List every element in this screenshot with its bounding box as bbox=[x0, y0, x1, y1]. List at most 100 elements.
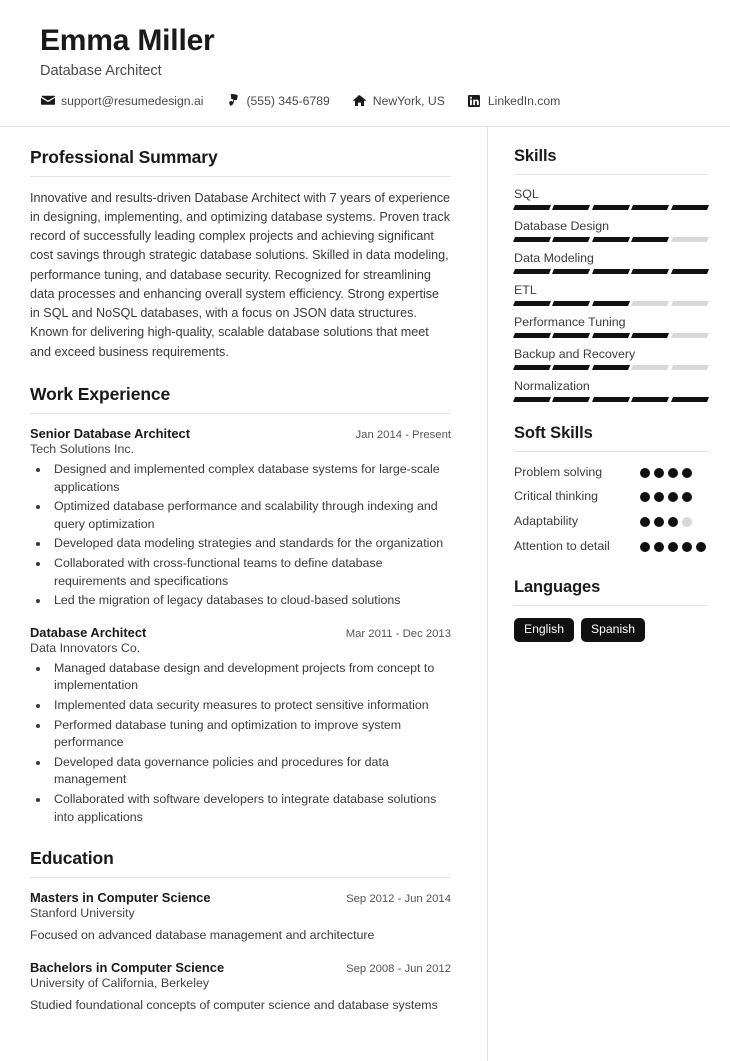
responsibility-item: Designed and implemented complex databas… bbox=[50, 461, 451, 496]
soft-skill-row: Attention to detail bbox=[514, 538, 708, 556]
section-title-experience: Work Experience bbox=[30, 384, 451, 405]
skill-bar-segment bbox=[631, 205, 669, 210]
job-role: Senior Database Architect bbox=[30, 426, 190, 441]
education-entry: Bachelors in Computer ScienceSep 2008 - … bbox=[30, 960, 451, 1015]
section-divider bbox=[30, 877, 451, 878]
contact-item-home[interactable]: NewYork, US bbox=[352, 94, 445, 108]
skill-level-bar bbox=[514, 365, 708, 370]
skill-bar-segment bbox=[592, 301, 630, 306]
employer-name: Data Innovators Co. bbox=[30, 641, 451, 655]
soft-skill-name: Critical thinking bbox=[514, 488, 598, 506]
section-title-skills: Skills bbox=[514, 147, 708, 166]
contact-item-linkedin[interactable]: LinkedIn.com bbox=[467, 94, 561, 108]
rating-dot bbox=[640, 517, 650, 527]
entry-header: Masters in Computer ScienceSep 2012 - Ju… bbox=[30, 890, 451, 905]
section-divider bbox=[30, 176, 451, 177]
contact-item-phone[interactable]: (555) 345-6789 bbox=[225, 94, 329, 108]
rating-dot bbox=[682, 468, 692, 478]
skill-name: Backup and Recovery bbox=[514, 347, 708, 361]
rating-dot bbox=[682, 542, 692, 552]
rating-dot bbox=[682, 492, 692, 502]
section-title-soft-skills: Soft Skills bbox=[514, 424, 708, 443]
skill-bar-segment bbox=[671, 333, 709, 338]
skill-bar-segment bbox=[552, 301, 590, 306]
rating-dot bbox=[654, 492, 664, 502]
professional-summary-section: Professional Summary Innovative and resu… bbox=[30, 147, 451, 362]
responsibility-list: Managed database design and development … bbox=[50, 660, 451, 826]
job-role: Database Architect bbox=[30, 625, 146, 640]
section-title-summary: Professional Summary bbox=[30, 147, 451, 168]
section-divider bbox=[514, 451, 708, 452]
responsibility-item: Implemented data security measures to pr… bbox=[50, 697, 451, 715]
responsibility-list: Designed and implemented complex databas… bbox=[50, 461, 451, 610]
soft-skill-name: Attention to detail bbox=[514, 538, 610, 556]
skill-bar-segment bbox=[552, 333, 590, 338]
main-column: Professional Summary Innovative and resu… bbox=[0, 127, 488, 1061]
experience-entry: Database ArchitectMar 2011 - Dec 2013Dat… bbox=[30, 625, 451, 826]
skills-section: Skills SQLDatabase DesignData ModelingET… bbox=[514, 147, 708, 402]
school-name: Stanford University bbox=[30, 906, 451, 920]
languages-section: Languages EnglishSpanish bbox=[514, 578, 708, 642]
soft-skill-name: Adaptability bbox=[514, 513, 578, 531]
rating-dot bbox=[696, 542, 706, 552]
skill-bar-segment bbox=[631, 397, 669, 402]
soft-skill-row: Problem solving bbox=[514, 464, 708, 482]
soft-skills-section: Soft Skills Problem solving Critical thin… bbox=[514, 424, 708, 557]
summary-text: Innovative and results-driven Database A… bbox=[30, 189, 451, 362]
section-title-education: Education bbox=[30, 848, 451, 869]
responsibility-item: Optimized database performance and scala… bbox=[50, 498, 451, 533]
soft-skill-name: Problem solving bbox=[514, 464, 602, 482]
responsibility-item: Led the migration of legacy databases to… bbox=[50, 592, 451, 610]
school-name: University of California, Berkeley bbox=[30, 976, 451, 990]
skill-bar-segment bbox=[552, 397, 590, 402]
section-divider bbox=[514, 605, 708, 606]
envelope-icon bbox=[40, 94, 55, 107]
education-date-range: Sep 2012 - Jun 2014 bbox=[336, 893, 451, 905]
resume-header: Emma Miller Database Architect support@r… bbox=[0, 0, 730, 127]
skill-bar-segment bbox=[631, 237, 669, 242]
education-description: Focused on advanced database management … bbox=[30, 927, 451, 945]
language-pill-list: English Spanish bbox=[514, 618, 708, 642]
responsibility-item: Developed data governance policies and p… bbox=[50, 754, 451, 789]
skill-bar-segment bbox=[513, 205, 551, 210]
skill-name: ETL bbox=[514, 283, 708, 297]
rating-dot bbox=[654, 542, 664, 552]
responsibility-item: Developed data modeling strategies and s… bbox=[50, 535, 451, 553]
skill-bar-segment bbox=[631, 365, 669, 370]
skill-level-bar bbox=[514, 205, 708, 210]
rating-dot bbox=[640, 468, 650, 478]
skill-bar-segment bbox=[592, 237, 630, 242]
linkedin-icon bbox=[467, 94, 482, 107]
skill-bar-segment bbox=[671, 237, 709, 242]
skill-bar-segment bbox=[513, 269, 551, 274]
contact-text: support@resumedesign.ai bbox=[61, 94, 203, 108]
rating-dot bbox=[654, 468, 664, 478]
skill-bar-segment bbox=[631, 301, 669, 306]
home-icon bbox=[352, 94, 367, 107]
responsibility-item: Managed database design and development … bbox=[50, 660, 451, 695]
rating-dot bbox=[682, 517, 692, 527]
skill-name: SQL bbox=[514, 187, 708, 201]
language-pill[interactable]: Spanish bbox=[581, 618, 645, 642]
candidate-name: Emma Miller bbox=[40, 24, 690, 59]
experience-entry: Senior Database ArchitectJan 2014 - Pres… bbox=[30, 426, 451, 610]
language-pill[interactable]: English bbox=[514, 618, 574, 642]
phone-icon bbox=[225, 94, 240, 107]
skill-bar-segment bbox=[552, 205, 590, 210]
skill-level-bar bbox=[514, 269, 708, 274]
skill-bar-segment bbox=[513, 333, 551, 338]
skill-level-bar bbox=[514, 397, 708, 402]
skill-row: SQL bbox=[514, 187, 708, 210]
work-experience-section: Work Experience Senior Database Architec… bbox=[30, 384, 451, 826]
resume-page: Emma Miller Database Architect support@r… bbox=[0, 0, 730, 1061]
contact-item-envelope[interactable]: support@resumedesign.ai bbox=[40, 94, 203, 108]
responsibility-item: Performed database tuning and optimizati… bbox=[50, 717, 451, 752]
skill-row: Database Design bbox=[514, 219, 708, 242]
contact-text: NewYork, US bbox=[373, 94, 445, 108]
experience-list: Senior Database ArchitectJan 2014 - Pres… bbox=[30, 426, 451, 826]
contact-text: (555) 345-6789 bbox=[246, 94, 329, 108]
skill-bar-segment bbox=[592, 365, 630, 370]
skill-bar-segment bbox=[671, 205, 709, 210]
skill-row: Performance Tuning bbox=[514, 315, 708, 338]
skill-bar-segment bbox=[592, 205, 630, 210]
